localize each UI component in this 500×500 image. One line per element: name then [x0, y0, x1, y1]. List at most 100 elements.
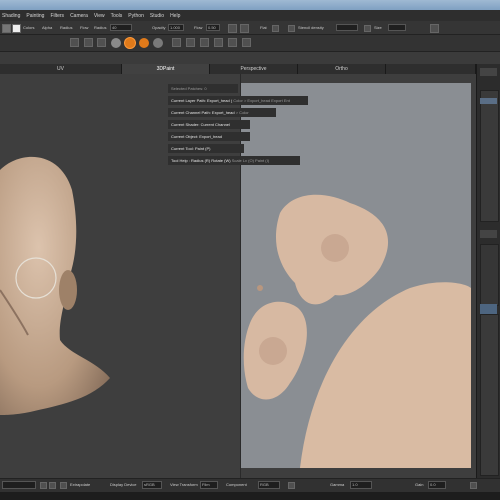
panel-button-1[interactable]	[480, 230, 497, 238]
view-transform-label: View Transform	[170, 482, 198, 487]
flat-label: Flat	[260, 25, 267, 30]
flow-field[interactable]: 0.50	[206, 24, 220, 31]
component-label: Component	[226, 482, 247, 487]
gamma-field[interactable]: 1.0	[350, 481, 372, 489]
menu-tools[interactable]: Tools	[111, 13, 123, 19]
status-bar: Extrapolate Display Device sRGB View Tra…	[0, 478, 500, 492]
status-icon-1[interactable]	[40, 482, 47, 489]
shader-list[interactable]	[480, 244, 499, 306]
selection-icon[interactable]	[214, 38, 223, 47]
gain-label: Gain	[415, 482, 424, 487]
info-tool-label: Current Tool: Paint (P)	[171, 146, 211, 151]
info-tool: Current Tool: Paint (P)	[168, 144, 244, 153]
foreground-color-swatch[interactable]	[2, 24, 11, 33]
tab-empty	[386, 64, 476, 74]
size-field[interactable]	[388, 24, 406, 31]
opacity-label: Opacity	[152, 25, 166, 30]
info-tool-help: Tool Help : Radius (R) Rotate (W) Scale …	[168, 156, 300, 165]
eraser-icon[interactable]	[186, 38, 195, 47]
display-device-select[interactable]: sRGB	[142, 481, 162, 489]
gamma-label: Gamma	[330, 482, 345, 487]
info-tool-help-label: Tool Help : Radius (R) Rotate (W)	[171, 158, 231, 163]
transform-icon[interactable]	[228, 38, 237, 47]
info-channel-path-value: > Color	[235, 110, 249, 115]
flat-checkbox[interactable]	[272, 25, 279, 32]
background-color-swatch[interactable]	[12, 24, 21, 33]
toolbar-extra-icon[interactable]	[430, 24, 439, 33]
menu-painting[interactable]: Painting	[26, 13, 44, 19]
radius-label: Radius	[60, 25, 73, 30]
view-tabs: UV 3DPaint Perspective Ortho	[0, 64, 476, 74]
stamp-icon[interactable]	[240, 24, 249, 33]
layers-list[interactable]	[480, 90, 499, 222]
stencil-density-label: Stencil density	[298, 25, 324, 30]
tab-ortho[interactable]: Ortho	[298, 64, 386, 74]
status-icon-2[interactable]	[49, 482, 56, 489]
grid-icon[interactable]	[172, 38, 181, 47]
stencil-checkbox[interactable]	[288, 25, 295, 32]
info-shader: Current Shader: Current Channel	[168, 120, 250, 129]
status-icon-4[interactable]	[470, 482, 477, 489]
radius2-label: Radius	[94, 25, 107, 30]
extrapolate-label: Extrapolate	[70, 482, 91, 487]
texture-map	[243, 194, 471, 468]
menu-filters[interactable]: Filters	[50, 13, 64, 19]
camera-icon[interactable]	[242, 38, 251, 47]
paint-brush-icon[interactable]	[125, 38, 135, 48]
view-transform-select[interactable]: Film	[200, 481, 218, 489]
tab-perspective[interactable]: Perspective	[210, 64, 298, 74]
paint-fill-icon[interactable]	[139, 38, 149, 48]
menu-shading[interactable]: Shading	[2, 13, 20, 19]
size-label: Size	[374, 25, 382, 30]
menu-help[interactable]: Help	[170, 13, 180, 19]
info-channel-path: Current Channel Path: Export_head > Colo…	[168, 108, 276, 117]
opacity-field[interactable]: 1.000	[168, 24, 184, 31]
radius-field[interactable]: 40	[110, 24, 132, 31]
info-tool-help-value: Scale Lv (O) Paint (I)	[231, 158, 270, 163]
info-layer-path-label: Current Layer Path: Export_head (	[171, 98, 233, 103]
info-selected-patches: Selected Patches: 0	[168, 84, 238, 93]
alpha-label: Alpha	[42, 25, 53, 30]
panel-tab[interactable]	[480, 68, 497, 76]
menu-bar: Shading Painting Filters Camera View Too…	[0, 10, 500, 21]
info-shader-label: Current Shader: Current Channel	[171, 122, 230, 127]
right-side-panel	[476, 64, 500, 478]
info-channel-path-label: Current Channel Path: Export_head	[171, 110, 235, 115]
flow2-label: Flow	[194, 25, 203, 30]
head-model[interactable]	[0, 150, 120, 440]
tool-properties-bar: Colors Alpha Radius Flow Radius 40 Opaci…	[0, 21, 500, 35]
window-title-bar	[0, 0, 500, 10]
flow-label: Flow	[80, 25, 89, 30]
tab-uv[interactable]: UV	[0, 64, 122, 74]
info-object: Current Object: Export_head	[168, 132, 250, 141]
info-object-label: Current Object: Export_head	[171, 134, 222, 139]
sphere-icon[interactable]	[111, 38, 121, 48]
shelf-icon-2[interactable]	[84, 38, 93, 47]
info-selected-patches-label: Selected Patches: 0	[171, 86, 207, 91]
menu-camera[interactable]: Camera	[70, 13, 88, 19]
display-device-label: Display Device	[110, 482, 137, 487]
colors-label: Colors	[23, 25, 35, 30]
menu-view[interactable]: View	[94, 13, 105, 19]
menu-python[interactable]: Python	[128, 13, 144, 19]
gain-field[interactable]: 0.0	[428, 481, 446, 489]
paint-buffer-field[interactable]	[2, 481, 36, 489]
component-select[interactable]: RGB	[258, 481, 280, 489]
size-checkbox[interactable]	[364, 25, 371, 32]
brush-preview-icon[interactable]	[228, 24, 237, 33]
shelf-icon-3[interactable]	[97, 38, 106, 47]
smear-icon[interactable]	[153, 38, 163, 48]
menu-studio[interactable]: Studio	[150, 13, 164, 19]
info-layer-path-value: Color > Export_head Export Ent	[233, 98, 290, 103]
selected-layer-row[interactable]	[480, 98, 497, 104]
stencil-density-field[interactable]	[336, 24, 358, 31]
tab-3dpaint[interactable]: 3DPaint	[122, 64, 210, 74]
properties-panel[interactable]	[480, 314, 499, 476]
status-icon-3[interactable]	[288, 482, 295, 489]
clone-icon[interactable]	[200, 38, 209, 47]
shelf-icon-1[interactable]	[70, 38, 79, 47]
shelf-toolbar	[0, 35, 500, 52]
info-layer-path: Current Layer Path: Export_head ( Color …	[168, 96, 308, 105]
extrapolate-checkbox[interactable]	[60, 482, 67, 489]
os-taskbar	[0, 492, 500, 500]
